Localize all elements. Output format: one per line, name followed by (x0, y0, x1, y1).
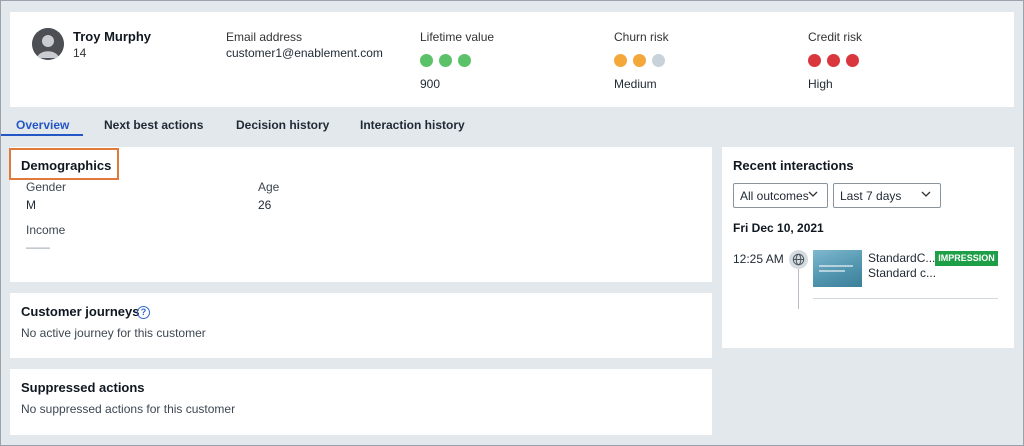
indicator-dot (846, 54, 859, 67)
churn-risk-block: Churn risk Medium (614, 30, 669, 91)
indicator-dot (439, 54, 452, 67)
email-value: customer1@enablement.com (226, 46, 383, 60)
churn-risk-label: Churn risk (614, 30, 669, 44)
period-filter-dropdown[interactable]: Last 7 days (833, 183, 941, 208)
avatar (32, 28, 64, 60)
demographics-title: Demographics (21, 158, 112, 173)
tab-decision-history[interactable]: Decision history (236, 118, 329, 132)
customer-header: Troy Murphy 14 Email address customer1@e… (10, 12, 1014, 107)
age-value: 26 (258, 198, 272, 212)
customer-journeys-empty: No active journey for this customer (21, 326, 206, 340)
indicator-dot (808, 54, 821, 67)
active-tab-indicator (1, 134, 83, 136)
customer-id: 14 (73, 46, 87, 60)
interaction-title[interactable]: StandardC... (868, 251, 935, 265)
tab-interaction-history[interactable]: Interaction history (360, 118, 465, 132)
credit-risk-value: High (808, 77, 833, 91)
lifetime-value: 900 (420, 77, 441, 91)
credit-risk-indicator (808, 54, 862, 67)
lifetime-value-label: Lifetime value (420, 30, 495, 44)
interaction-date: Fri Dec 10, 2021 (733, 221, 824, 235)
indicator-dot (458, 54, 471, 67)
chevron-down-icon (808, 191, 818, 197)
suppressed-actions-card: Suppressed actions No suppressed actions… (10, 369, 712, 435)
income-value: —— (26, 240, 50, 254)
indicator-dot (614, 54, 627, 67)
gender-label: Gender (26, 180, 67, 194)
customer-journeys-title: Customer journeys (21, 304, 140, 319)
outcome-filter-value: All outcomes (740, 189, 809, 203)
lifetime-value-block: Lifetime value 900 (420, 30, 494, 91)
gender-value: M (26, 198, 36, 212)
impression-badge: IMPRESSION (935, 251, 998, 266)
help-icon[interactable]: ? (137, 306, 150, 319)
interaction-thumbnail[interactable] (813, 250, 862, 287)
tab-next-best-actions[interactable]: Next best actions (104, 118, 203, 132)
churn-risk-indicator (614, 54, 669, 67)
chevron-down-icon (921, 191, 931, 197)
income-label: Income (26, 223, 66, 237)
demographics-card: Demographics Gender M Age 26 Income —— (9, 147, 712, 282)
interaction-time: 12:25 AM (733, 252, 784, 266)
lifetime-value-indicator (420, 54, 494, 67)
interaction-subtitle: Standard c... (868, 266, 937, 280)
thumbnail-text-line (819, 265, 853, 267)
globe-icon (789, 250, 808, 269)
outcome-filter-dropdown[interactable]: All outcomes (733, 183, 828, 208)
thumbnail-text-line (819, 270, 845, 272)
period-filter-value: Last 7 days (840, 189, 902, 203)
suppressed-actions-empty: No suppressed actions for this customer (21, 402, 236, 416)
indicator-dot (420, 54, 433, 67)
recent-interactions-title: Recent interactions (733, 158, 854, 173)
indicator-dot (827, 54, 840, 67)
suppressed-actions-title: Suppressed actions (21, 380, 145, 395)
tab-overview[interactable]: Overview (16, 118, 69, 132)
email-label: Email address (226, 30, 303, 44)
age-label: Age (258, 180, 280, 194)
indicator-dot (652, 54, 665, 67)
recent-interactions-card: Recent interactions All outcomes Last 7 … (722, 147, 1014, 348)
email-block: Email address customer1@enablement.com (226, 30, 383, 60)
churn-risk-value: Medium (614, 77, 657, 91)
interaction-divider (813, 298, 998, 299)
customer-name: Troy Murphy (73, 29, 152, 44)
credit-risk-label: Credit risk (808, 30, 863, 44)
credit-risk-block: Credit risk High (808, 30, 862, 91)
indicator-dot (633, 54, 646, 67)
customer-journeys-card: Customer journeys ? No active journey fo… (10, 293, 712, 358)
tab-bar: Overview Next best actions Decision hist… (1, 111, 1024, 137)
